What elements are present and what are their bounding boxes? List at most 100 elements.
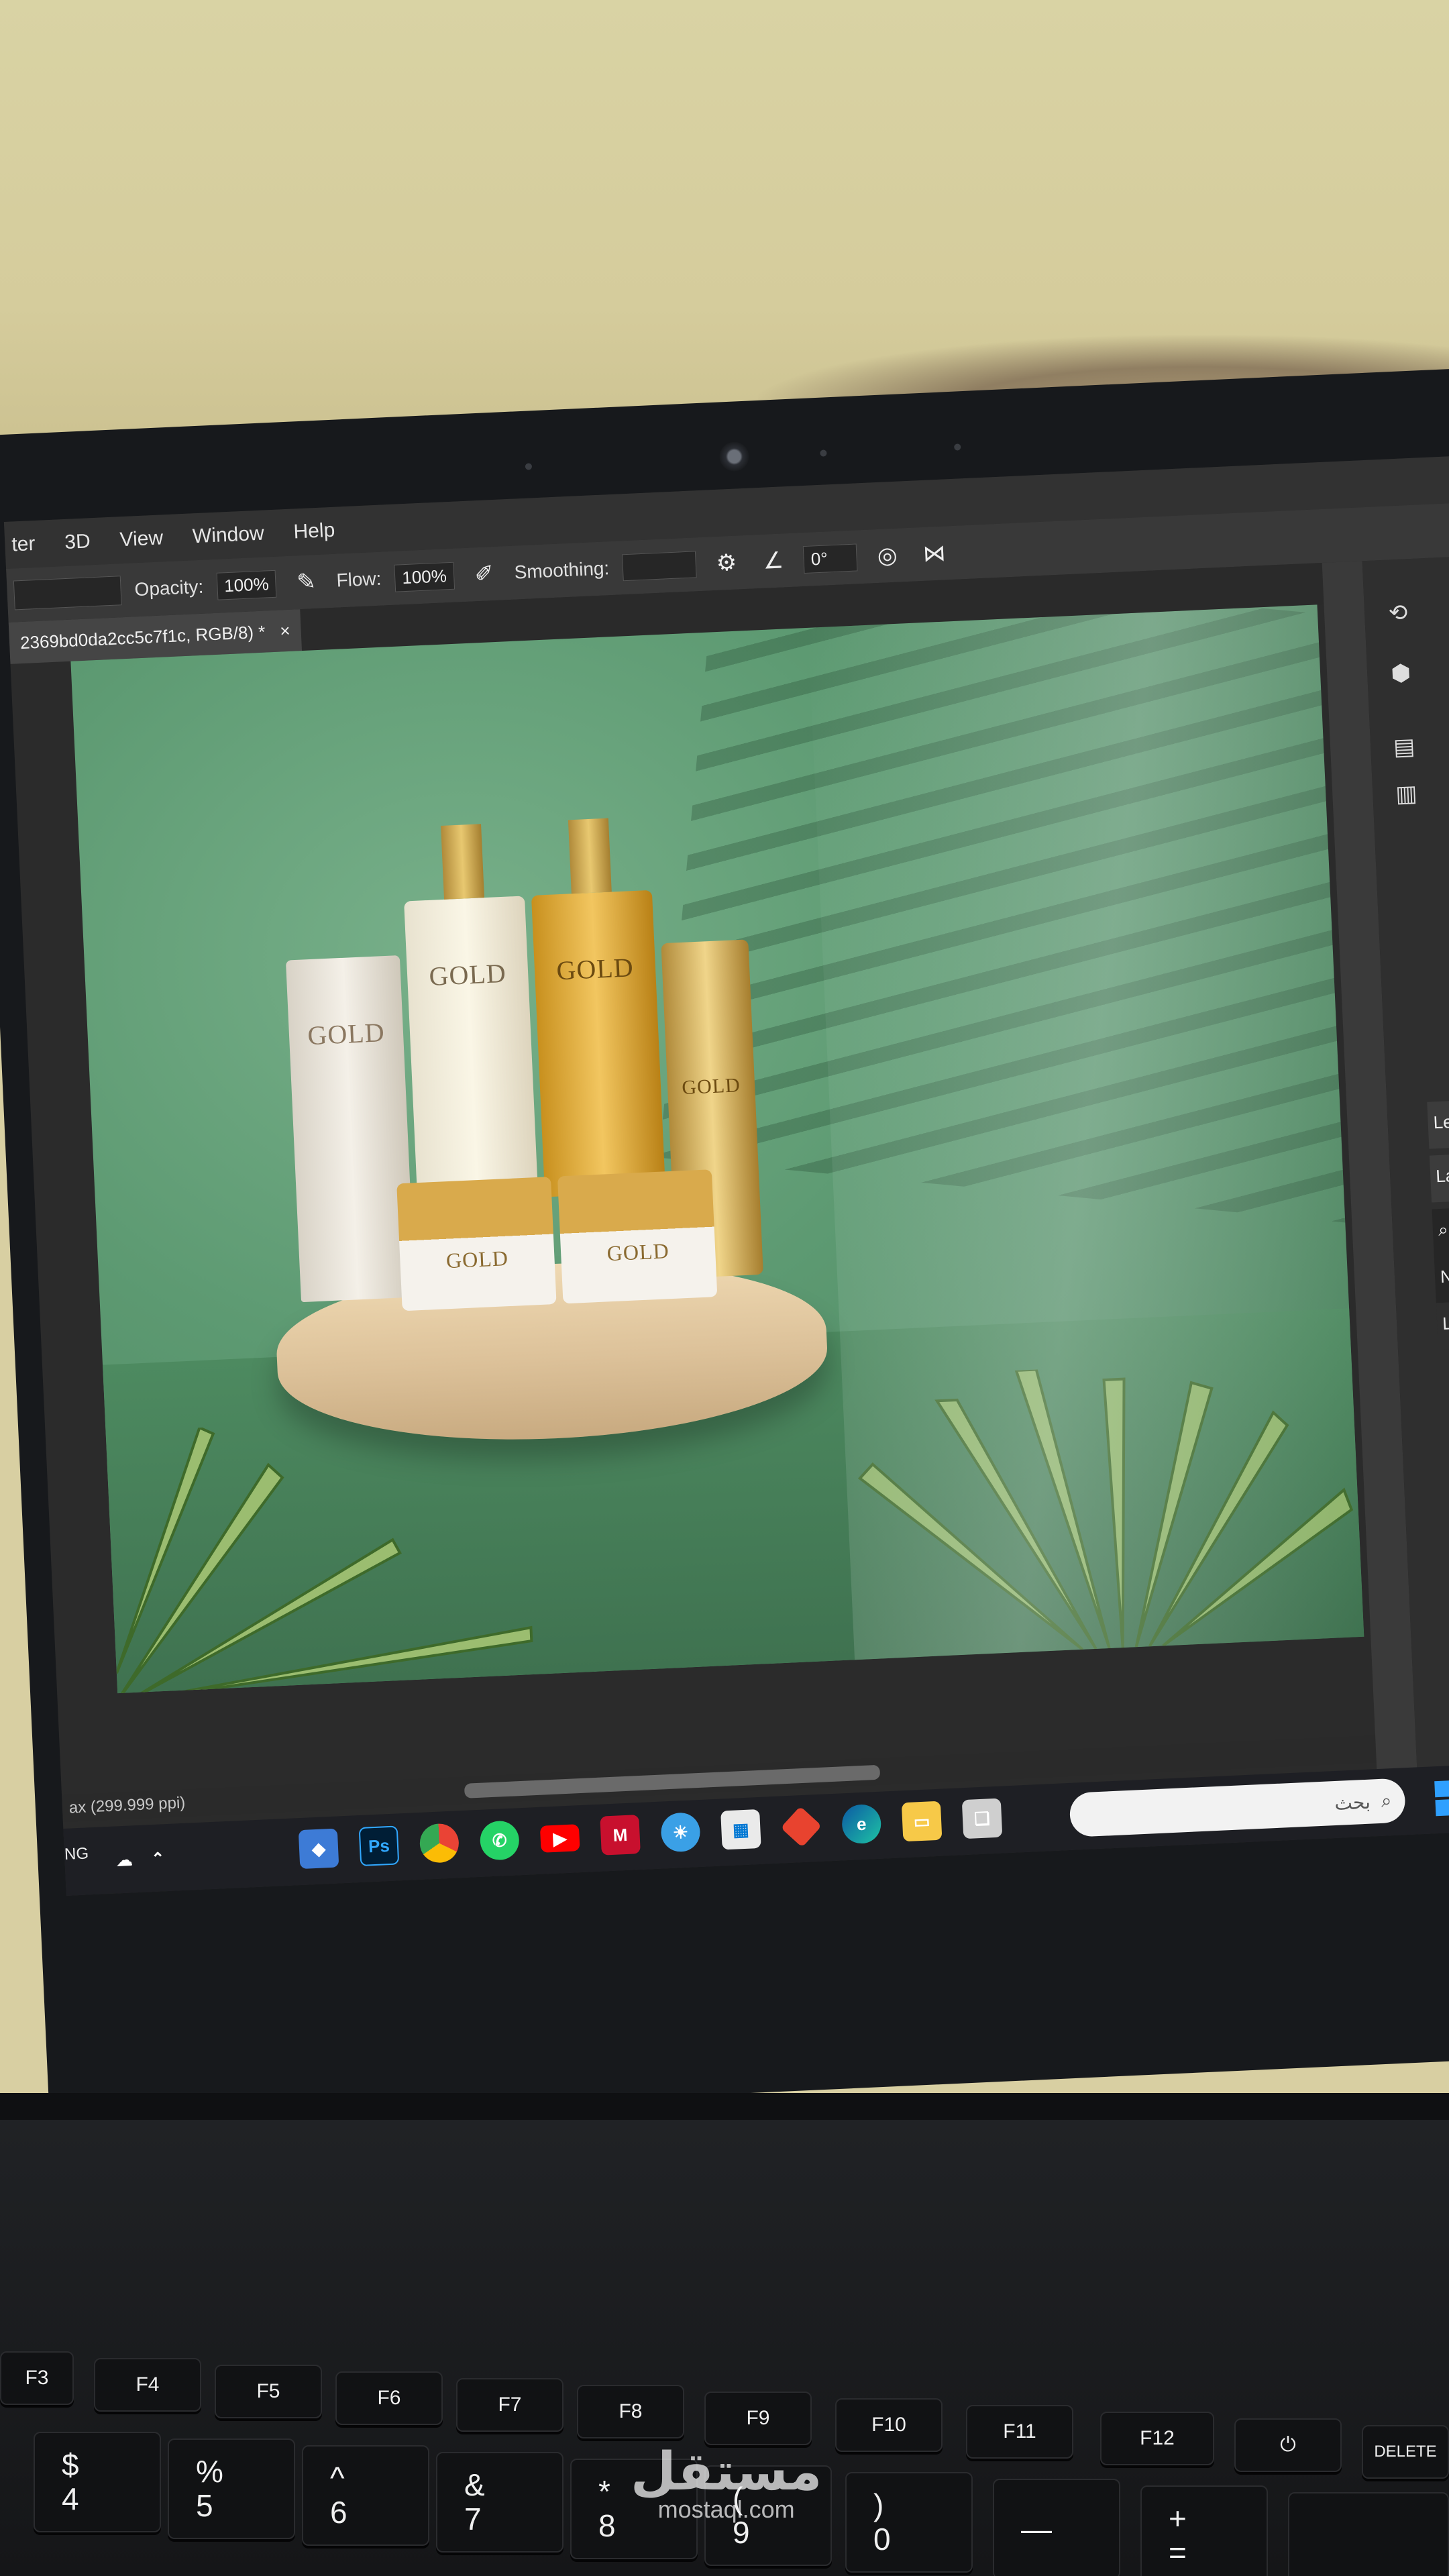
- chevron-up-icon[interactable]: ⌃: [138, 1838, 178, 1879]
- youtube-icon[interactable]: ▶: [539, 1824, 580, 1853]
- pump-cap: [441, 824, 485, 900]
- airbrush-icon[interactable]: ✐: [467, 557, 502, 592]
- angle-input[interactable]: 0°: [802, 543, 858, 574]
- file-explorer-icon[interactable]: ▭: [901, 1801, 943, 1842]
- key-delete[interactable]: DELETE: [1362, 2425, 1449, 2479]
- learn-panel-tab[interactable]: Learn: [1427, 1099, 1449, 1149]
- product-brand-label: GOLD: [428, 957, 507, 991]
- key-label: 8: [598, 2508, 616, 2543]
- flow-input[interactable]: 100%: [394, 561, 455, 592]
- sensor-dot: [525, 463, 533, 470]
- canvas-image[interactable]: GOLD GOLD GOLD GOLD GOLD GOLD: [70, 604, 1364, 1694]
- product-gold-bottle: GOLD: [531, 818, 666, 1197]
- key-4[interactable]: $4: [34, 2432, 161, 2532]
- product-brand-label: GOLD: [307, 1017, 386, 1051]
- bluetooth-manager-icon[interactable]: ◆: [298, 1828, 339, 1870]
- key-label: F12: [1140, 2427, 1175, 2449]
- flow-label: Flow:: [335, 568, 382, 591]
- layer-kind-filter[interactable]: ⌕ Ki: [1432, 1206, 1449, 1256]
- notes-icon[interactable]: ▥: [1385, 773, 1428, 815]
- angle-icon: ∠: [762, 547, 784, 574]
- menu-help[interactable]: Help: [293, 519, 335, 544]
- key-label: F3: [25, 2367, 49, 2389]
- search-icon: ⌕: [1438, 1219, 1449, 1240]
- menu-filter[interactable]: ter: [11, 533, 36, 557]
- system-tray-text: NG: [64, 1844, 89, 1864]
- key-backspace[interactable]: [1288, 2492, 1449, 2576]
- watermark-latin: mostaql.com: [657, 2496, 795, 2523]
- menu-3d[interactable]: 3D: [64, 530, 91, 554]
- key-shift-label: &: [464, 2467, 485, 2503]
- photoshop-icon[interactable]: Ps: [358, 1825, 400, 1867]
- sensor-dot: [820, 449, 827, 457]
- layers-label: Layers: [1435, 1163, 1449, 1187]
- history-icon[interactable]: ⟲: [1377, 592, 1419, 635]
- key-label: —: [1021, 2511, 1052, 2546]
- key-minus[interactable]: —: [993, 2479, 1120, 2576]
- smoothing-label: Smoothing:: [513, 557, 610, 583]
- key-label: F7: [498, 2394, 522, 2416]
- close-icon[interactable]: ×: [280, 620, 291, 641]
- symmetry-icon[interactable]: ⋈: [917, 536, 952, 571]
- pump-cap: [568, 818, 612, 894]
- key-5[interactable]: % 5: [168, 2438, 295, 2539]
- product-white-bottle: GOLD: [404, 824, 539, 1203]
- key-f11[interactable]: F11: [966, 2405, 1073, 2459]
- key-f4[interactable]: F4: [94, 2358, 201, 2412]
- key-0[interactable]: ) 0: [845, 2472, 973, 2573]
- zoom-readout: ax (299.999 ppi): [68, 1793, 186, 1817]
- key-label: F9: [746, 2407, 770, 2429]
- key-f12[interactable]: F12: [1100, 2412, 1214, 2465]
- key-f8[interactable]: F8: [577, 2385, 684, 2438]
- properties-icon[interactable]: ▤: [1383, 726, 1426, 768]
- product-jar: GOLD: [557, 1169, 718, 1304]
- key-shift-label: *: [598, 2474, 610, 2510]
- power-icon: ⏻: [1280, 2434, 1296, 2456]
- opacity-label: Opacity:: [133, 576, 204, 600]
- key-6[interactable]: ^ 6: [302, 2445, 429, 2546]
- key-7[interactable]: & 7: [436, 2452, 564, 2553]
- key-f6[interactable]: F6: [335, 2371, 443, 2425]
- product-brand-label: GOLD: [445, 1246, 509, 1273]
- key-power[interactable]: ⏻: [1234, 2418, 1342, 2472]
- key-equals[interactable]: + =: [1140, 2485, 1268, 2576]
- key-label: F5: [256, 2380, 280, 2402]
- gear-icon[interactable]: ⚙: [709, 545, 744, 580]
- task-view-icon[interactable]: ❏: [961, 1798, 1003, 1839]
- pressure-size-icon[interactable]: ◎: [870, 538, 905, 573]
- screen-glare: [808, 604, 1364, 1660]
- microsoft-store-icon[interactable]: ▦: [720, 1809, 761, 1850]
- key-f10[interactable]: F10: [835, 2398, 943, 2452]
- smoothing-input[interactable]: [622, 551, 697, 582]
- blend-label: Norm: [1440, 1265, 1449, 1287]
- key-label: 7: [464, 2502, 482, 2536]
- key-shift-label: ^: [330, 2461, 345, 2496]
- webcam-icon: [718, 441, 750, 472]
- key-label: =: [1169, 2535, 1187, 2570]
- brush-mode-dropdown[interactable]: [13, 576, 122, 610]
- key-f9[interactable]: F9: [704, 2392, 812, 2445]
- layers-panel-tab[interactable]: Layers: [1429, 1152, 1449, 1203]
- menu-window[interactable]: Window: [192, 522, 264, 548]
- key-shift-label: +: [1169, 2501, 1187, 2536]
- lock-label: Lock:: [1442, 1311, 1449, 1334]
- key-label: F4: [136, 2373, 160, 2396]
- key-f3[interactable]: F3: [0, 2351, 74, 2405]
- product-brand-label: GOLD: [555, 952, 635, 986]
- laptop-screen: ter 3D View Window Help Opacity: 100% ✎ …: [3, 455, 1449, 1896]
- key-f7[interactable]: F7: [456, 2378, 564, 2432]
- product-jar: GOLD: [396, 1177, 557, 1311]
- palm-leaves-left: [115, 1426, 533, 1694]
- mcafee-icon[interactable]: M: [600, 1815, 641, 1856]
- windows-start-icon[interactable]: [1434, 1780, 1449, 1817]
- opacity-input[interactable]: 100%: [216, 570, 277, 600]
- learn-label: Learn: [1432, 1110, 1449, 1133]
- key-shift-label: $: [62, 2447, 79, 2483]
- pressure-opacity-icon[interactable]: ✎: [288, 565, 323, 600]
- key-f5[interactable]: F5: [215, 2365, 322, 2418]
- product-brand-label: GOLD: [606, 1238, 670, 1266]
- watermark-arabic: مستقل: [631, 2442, 822, 2502]
- blend-mode-dropdown[interactable]: Norm: [1434, 1252, 1449, 1303]
- 3d-icon[interactable]: ⬢: [1380, 652, 1422, 694]
- menu-view[interactable]: View: [119, 527, 164, 551]
